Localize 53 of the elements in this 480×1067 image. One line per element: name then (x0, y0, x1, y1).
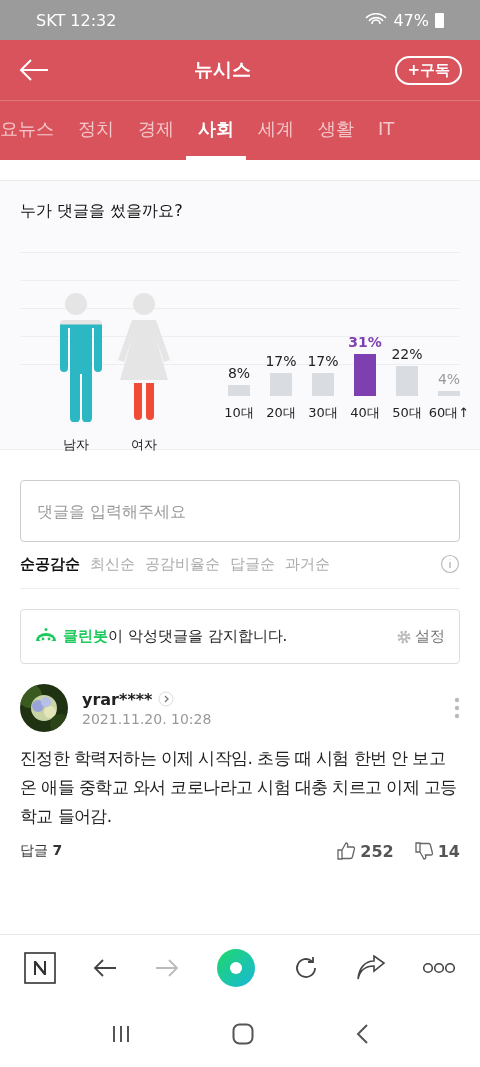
age-label: 40대 (350, 404, 380, 422)
status-carrier-time: SKT 12:32 (36, 10, 117, 30)
comment-date: 2021.11.20. 10:28 (82, 710, 212, 727)
age-label: 10대 (224, 404, 254, 422)
age-label: 50대 (392, 404, 422, 422)
bar-value-label: 22% (391, 346, 423, 363)
age-label: 20대 (266, 404, 296, 422)
gear-icon (396, 628, 412, 645)
wifi-icon (365, 13, 388, 27)
dislike-button[interactable]: 14 (403, 841, 460, 861)
age-label: 60대↑ (428, 404, 470, 422)
bar-value-label: 17% (265, 352, 297, 369)
sort-option[interactable]: 순공감순 (20, 554, 84, 574)
category-tab[interactable]: 요뉴스 (0, 101, 66, 160)
back-icon[interactable] (92, 957, 118, 979)
recent-apps-icon[interactable] (110, 1024, 131, 1044)
back-icon[interactable] (355, 1023, 370, 1045)
age-label: 30대 (308, 404, 338, 422)
chevron-icon[interactable] (158, 691, 175, 707)
category-tab[interactable]: 사회 (186, 101, 246, 160)
battery-icon (435, 12, 444, 28)
bar-value-label: 8% (227, 365, 251, 382)
bar-value-label: 17% (307, 352, 339, 369)
home-button-icon[interactable] (232, 1023, 254, 1045)
category-tab[interactable]: 생활 (306, 101, 366, 160)
stats-title: 누가 댓글을 썼을까요? (20, 201, 184, 222)
more-icon[interactable] (422, 962, 456, 974)
settings-button[interactable]: 설정 (396, 627, 445, 646)
header-title: 뉴시스 (193, 57, 253, 82)
comment-input-field[interactable]: 댓글을 입력해주세요 (20, 480, 460, 542)
category-tab[interactable]: 세계 (246, 101, 306, 160)
cleanbot-message: 클린봇이 악성댓글을 감지합니다. (63, 627, 288, 646)
gender-label: 남자 (63, 436, 89, 454)
bar-value-label: 31% (348, 334, 382, 350)
home-icon[interactable] (24, 952, 56, 984)
gender-label: 여자 (131, 436, 157, 454)
battery-level: 47% (393, 10, 429, 30)
like-button[interactable]: 252 (326, 841, 394, 861)
category-tab[interactable]: 경제 (126, 101, 186, 160)
sort-option[interactable]: 최신순 (90, 554, 139, 574)
category-tab[interactable]: IT (366, 101, 407, 160)
sort-option[interactable]: 과거순 (285, 554, 334, 574)
replies-button[interactable]: 답글 7 (20, 842, 63, 860)
comment-username[interactable]: yrar**** (82, 689, 153, 709)
share-icon[interactable] (356, 955, 386, 981)
subscribe-button[interactable]: +구독 (395, 55, 462, 85)
thumbs-up-icon (336, 841, 357, 861)
comment-text: 진정한 학력저하는 이제 시작임. 초등 때 시험 한번 안 보고 온 애들 중학교 와서 코로나라고 시험 대충 치르고 이제 고등학교 들어감. (20, 747, 458, 828)
sort-option[interactable]: 공감비율순 (145, 554, 224, 574)
thumbs-down-icon (413, 841, 434, 861)
bar-value-label: 4% (437, 370, 461, 387)
sort-option[interactable]: 답글순 (230, 554, 279, 574)
category-tab[interactable]: 정치 (66, 101, 126, 160)
